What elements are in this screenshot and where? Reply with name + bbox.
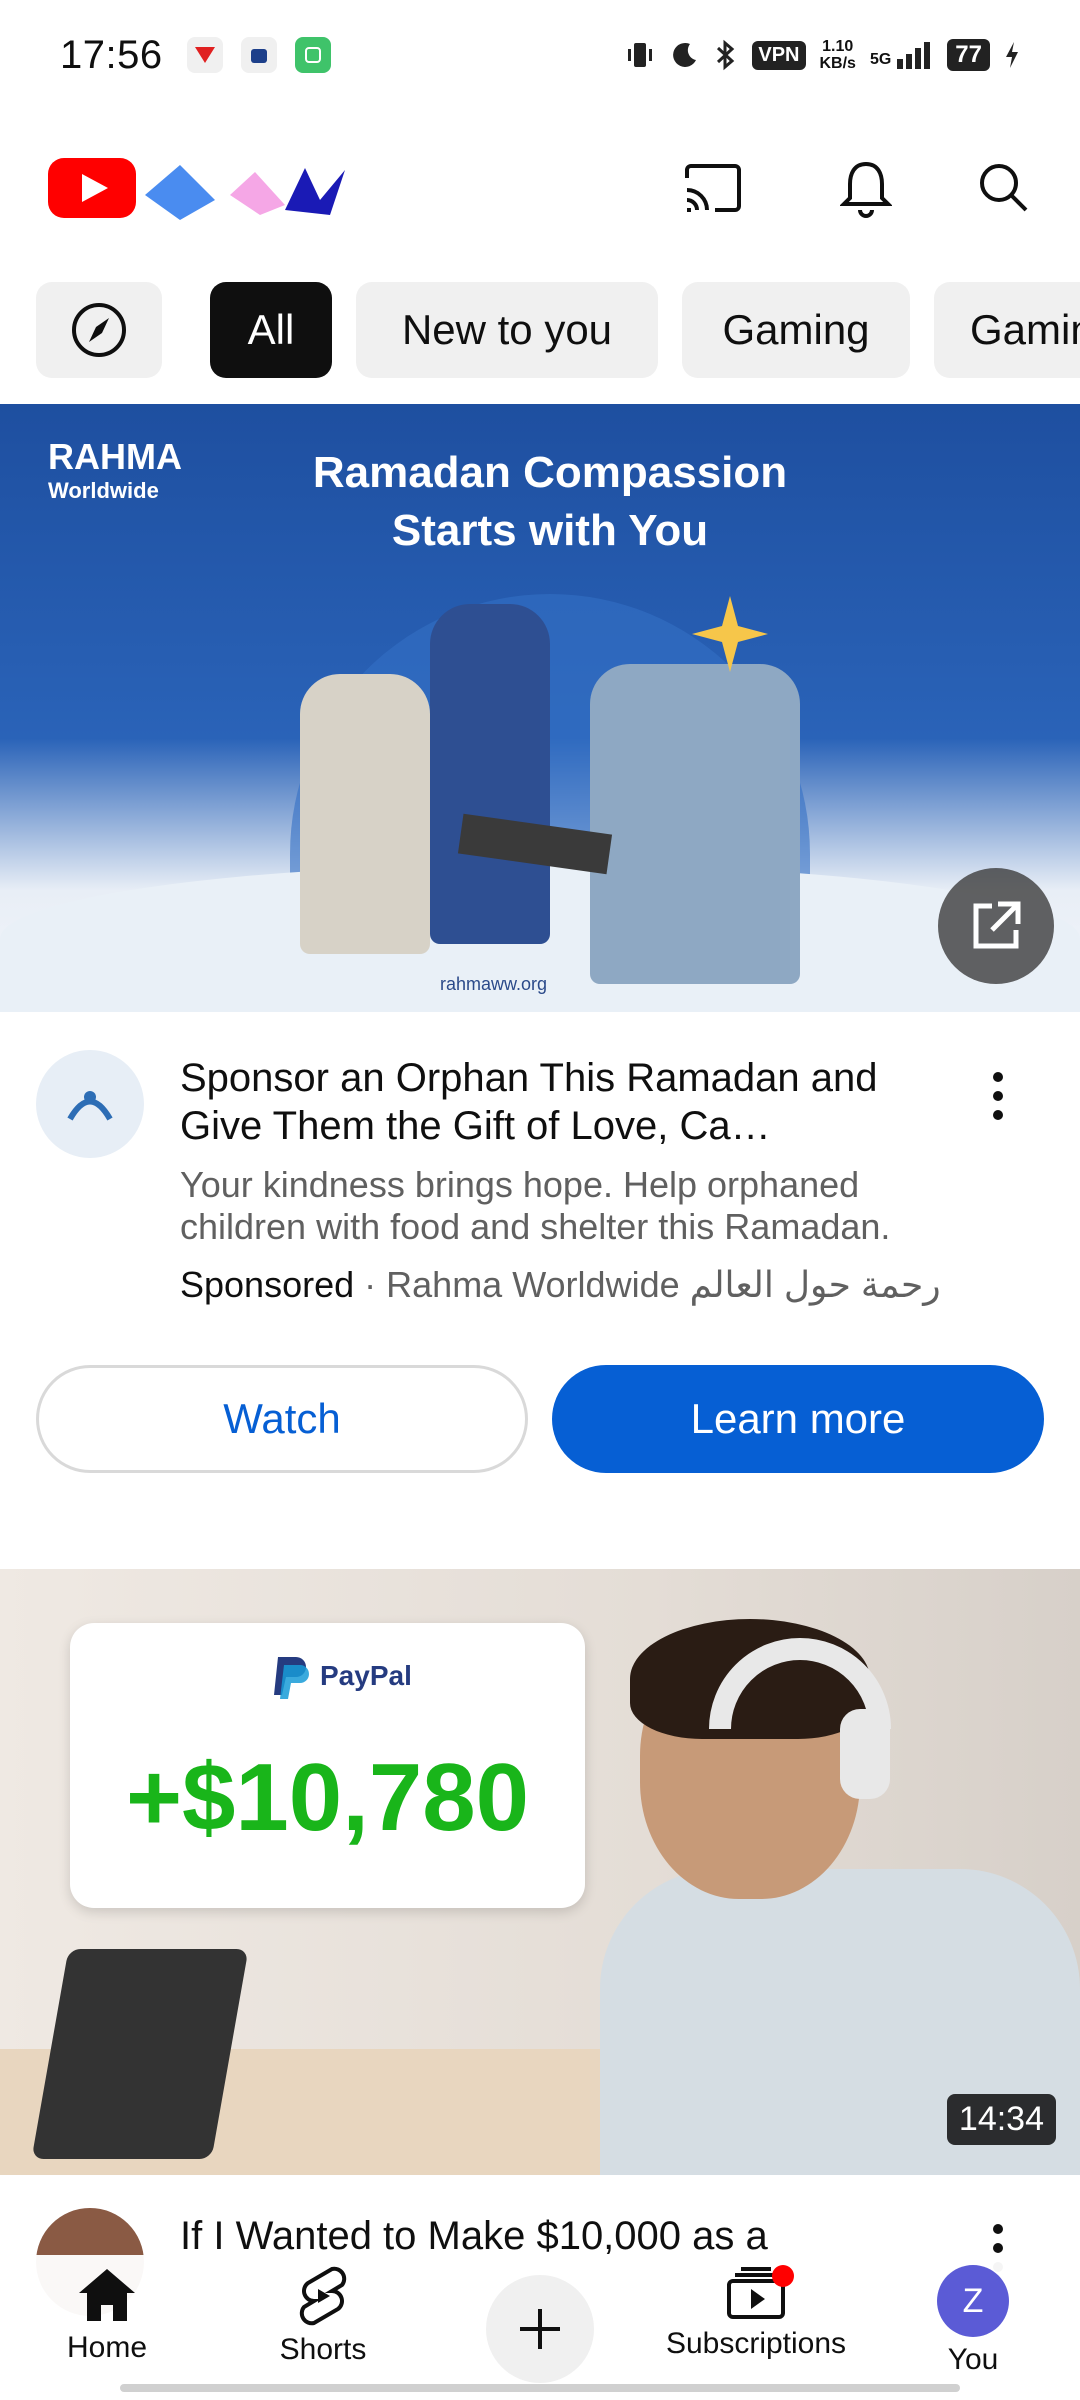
open-external-icon: [973, 901, 1021, 949]
status-bar: 17:56 VPN 1.10 KB/s 5G 77: [0, 0, 1080, 110]
status-notification-icons: [186, 37, 331, 73]
sponsored-label: Sponsored: [180, 1264, 355, 1305]
explore-compass-icon: [72, 303, 126, 357]
chip-new-to-you[interactable]: New to you: [356, 282, 658, 378]
paypal-amount: +$10,780: [125, 1744, 530, 1851]
chip-explore[interactable]: [36, 282, 162, 378]
chip-all[interactable]: All: [210, 282, 332, 378]
ad-title[interactable]: Sponsor an Orphan This Ramadan and Give …: [180, 1054, 940, 1150]
ad-brand-logo: RAHMA Worldwide: [48, 436, 182, 504]
learn-more-button[interactable]: Learn more: [552, 1365, 1044, 1473]
search-button[interactable]: [964, 148, 1044, 228]
nav-shorts[interactable]: Shorts: [223, 2265, 423, 2385]
nav-subscriptions[interactable]: Subscriptions: [656, 2265, 856, 2385]
headphones-icon: [709, 1638, 891, 1799]
filter-chips: All New to you Gaming Gamin: [0, 282, 1080, 378]
user-avatar: Z: [937, 2265, 1009, 2337]
notifications-button[interactable]: [826, 148, 906, 228]
cast-icon: [685, 164, 741, 212]
paypal-logo: PayPal: [270, 1653, 412, 1699]
signal-group: 5G: [870, 41, 933, 69]
watch-button[interactable]: Watch: [36, 1365, 528, 1473]
notification-app-icon: [294, 37, 331, 73]
open-external-button[interactable]: [938, 868, 1054, 984]
youtube-logo[interactable]: [48, 158, 136, 218]
shorts-icon: [299, 2266, 347, 2326]
ad-description: Your kindness brings hope. Help orphaned…: [180, 1164, 891, 1247]
bottom-navigation: Home Shorts Subscriptions Z You: [0, 2255, 1080, 2400]
vpn-badge: VPN: [752, 40, 806, 70]
notification-dot: [772, 2265, 794, 2287]
bluetooth-icon: [717, 39, 735, 71]
advertiser-name: Rahma Worldwide رحمة حول العالم: [386, 1264, 941, 1305]
video-title[interactable]: If I Wanted to Make $10,000 as a: [180, 2212, 960, 2260]
ad-headline: Ramadan Compassion Starts with You: [312, 448, 788, 555]
chip-gaming[interactable]: Gaming: [682, 282, 910, 378]
moon-icon: [673, 42, 697, 67]
thumb-laptop: [31, 1949, 249, 2159]
cast-button[interactable]: [672, 148, 752, 228]
origami-doodle-icon[interactable]: [145, 160, 355, 230]
create-button[interactable]: [486, 2275, 594, 2383]
ad-banner[interactable]: RAHMA Worldwide Ramadan Compassion Start…: [0, 404, 1080, 1012]
video-duration: 14:34: [946, 2094, 1056, 2145]
search-icon: [980, 164, 1028, 212]
signal-icon: [897, 42, 931, 69]
rahma-logo-icon: [67, 1091, 113, 1121]
nav-you[interactable]: Z You: [873, 2265, 1073, 2385]
ad-details: Sponsor an Orphan This Ramadan and Give …: [0, 1040, 1080, 1340]
ad-child-figure: [430, 604, 550, 944]
network-speed: 1.10 KB/s: [819, 38, 856, 72]
ad-sponsor-line: Sponsored · Rahma Worldwide رحمة حول الع…: [180, 1264, 941, 1305]
top-app-bar: [0, 140, 1080, 230]
bell-icon: [840, 161, 892, 218]
paypal-card: PayPal +$10,780: [70, 1623, 585, 1908]
status-time: 17:56: [60, 32, 163, 77]
nav-home[interactable]: Home: [7, 2265, 207, 2385]
battery-level: 77: [947, 39, 990, 71]
chip-gaming-2[interactable]: Gamin: [934, 282, 1080, 378]
video-thumbnail[interactable]: PayPal +$10,780 14:34: [0, 1569, 1080, 2175]
home-icon: [79, 2269, 135, 2321]
notification-app-icon: [240, 37, 277, 73]
ad-child-figure: [300, 674, 430, 954]
video-details: If I Wanted to Make $10,000 as a: [0, 2200, 1080, 2316]
paypal-icon: [274, 1657, 309, 1699]
charging-icon: [1006, 42, 1018, 68]
plus-icon: [520, 2309, 560, 2349]
ad-more-button[interactable]: [968, 1056, 1028, 1136]
notification-app-icon: [186, 37, 223, 73]
gesture-bar: [120, 2384, 960, 2392]
star-icon: [692, 596, 768, 672]
ad-url: rahmaww.org: [440, 974, 548, 994]
vibrate-icon: [628, 43, 653, 67]
advertiser-avatar[interactable]: [36, 1050, 144, 1158]
status-right: VPN 1.10 KB/s 5G 77: [624, 38, 1020, 72]
more-vert-icon: [993, 1072, 1003, 1120]
ad-volunteer-figure: [590, 664, 800, 984]
